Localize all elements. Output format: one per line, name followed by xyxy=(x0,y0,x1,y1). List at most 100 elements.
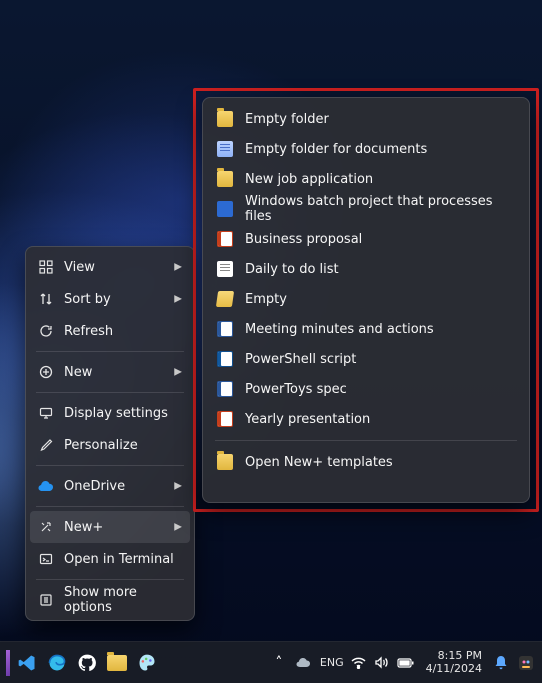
template-label: PowerShell script xyxy=(245,352,356,367)
desktop-context-menu: View ▶ Sort by ▶ Refresh New ▶ Display s… xyxy=(25,246,195,621)
powerpoint-icon xyxy=(217,411,233,427)
template-label: Meeting minutes and actions xyxy=(245,322,434,337)
view-grid-icon xyxy=(38,259,54,275)
taskbar-app-paint[interactable] xyxy=(134,650,160,676)
open-templates-label: Open New+ templates xyxy=(245,455,393,470)
menu-item-label: Personalize xyxy=(64,438,138,453)
folder-icon xyxy=(217,454,233,470)
template-item[interactable]: New job application xyxy=(207,164,525,194)
menu-item-label: View xyxy=(64,260,95,275)
menu-item-label: New+ xyxy=(64,520,103,535)
menu-separator xyxy=(36,506,184,507)
tray-language[interactable]: ENG xyxy=(320,656,344,669)
template-item[interactable]: Business proposal xyxy=(207,224,525,254)
tray-overflow-chevron-icon[interactable]: ˄ xyxy=(270,650,288,676)
tray-date: 4/11/2024 xyxy=(426,663,482,675)
menu-item-view[interactable]: View ▶ xyxy=(30,251,190,283)
onedrive-icon xyxy=(38,478,54,494)
personalize-icon xyxy=(38,437,54,453)
menu-separator xyxy=(215,440,517,441)
taskbar-app-vscode[interactable] xyxy=(14,650,40,676)
tray-copilot-icon[interactable] xyxy=(516,650,536,676)
taskbar-app-edge[interactable] xyxy=(44,650,70,676)
tray-onedrive-icon[interactable] xyxy=(295,650,313,676)
menu-separator xyxy=(36,579,184,580)
folder-open-icon xyxy=(216,291,234,307)
taskbar: ˄ ENG 8:15 PM 4/11/2024 xyxy=(0,641,542,683)
menu-item-new[interactable]: New ▶ xyxy=(30,356,190,388)
taskbar-app-explorer[interactable] xyxy=(104,650,130,676)
tray-volume-icon[interactable] xyxy=(374,650,390,676)
tray-notifications-icon[interactable] xyxy=(493,650,509,676)
menu-item-display-settings[interactable]: Display settings xyxy=(30,397,190,429)
chevron-right-icon: ▶ xyxy=(174,481,182,492)
document-folder-icon xyxy=(217,141,233,157)
chevron-right-icon: ▶ xyxy=(174,522,182,533)
template-label: Daily to do list xyxy=(245,262,339,277)
template-label: PowerToys spec xyxy=(245,382,347,397)
taskbar-app-github[interactable] xyxy=(74,650,100,676)
template-item[interactable]: Empty xyxy=(207,284,525,314)
menu-item-onedrive[interactable]: OneDrive ▶ xyxy=(30,470,190,502)
folder-icon xyxy=(217,111,233,127)
highlight-box: Empty folder Empty folder for documents … xyxy=(193,88,539,512)
template-label: New job application xyxy=(245,172,373,187)
new-icon xyxy=(38,364,54,380)
menu-item-label: OneDrive xyxy=(64,479,125,494)
taskbar-app-vs[interactable] xyxy=(6,650,10,676)
chevron-right-icon: ▶ xyxy=(174,262,182,273)
template-item[interactable]: PowerShell script xyxy=(207,344,525,374)
more-icon xyxy=(38,592,54,608)
open-templates-item[interactable]: Open New+ templates xyxy=(207,447,525,477)
taskbar-pinned-apps xyxy=(6,650,160,676)
menu-item-label: Show more options xyxy=(64,585,182,615)
menu-item-label: Sort by xyxy=(64,292,111,307)
menu-item-show-more[interactable]: Show more options xyxy=(30,584,190,616)
menu-item-refresh[interactable]: Refresh xyxy=(30,315,190,347)
template-label: Empty folder for documents xyxy=(245,142,427,157)
menu-separator xyxy=(36,465,184,466)
text-file-icon xyxy=(217,261,233,277)
template-label: Empty xyxy=(245,292,287,307)
template-item[interactable]: Yearly presentation xyxy=(207,404,525,434)
sort-icon xyxy=(38,291,54,307)
menu-item-sort-by[interactable]: Sort by ▶ xyxy=(30,283,190,315)
template-label: Windows batch project that processes fil… xyxy=(245,194,515,224)
menu-item-label: Display settings xyxy=(64,406,168,421)
template-item[interactable]: Empty folder xyxy=(207,104,525,134)
template-label: Empty folder xyxy=(245,112,329,127)
newplus-submenu: Empty folder Empty folder for documents … xyxy=(202,97,530,503)
template-item[interactable]: Daily to do list xyxy=(207,254,525,284)
tray-time: 8:15 PM xyxy=(426,650,482,662)
template-item[interactable]: Meeting minutes and actions xyxy=(207,314,525,344)
display-icon xyxy=(38,405,54,421)
batch-file-icon xyxy=(217,201,233,217)
system-tray: ˄ ENG 8:15 PM 4/11/2024 xyxy=(270,650,536,676)
template-item[interactable]: Windows batch project that processes fil… xyxy=(207,194,525,224)
terminal-icon xyxy=(38,551,54,567)
menu-item-newplus[interactable]: New+ ▶ xyxy=(30,511,190,543)
word-doc-icon xyxy=(217,321,233,337)
tray-battery-icon[interactable] xyxy=(397,650,415,676)
chevron-right-icon: ▶ xyxy=(174,294,182,305)
newplus-icon xyxy=(38,519,54,535)
menu-item-personalize[interactable]: Personalize xyxy=(30,429,190,461)
word-doc-icon xyxy=(217,381,233,397)
chevron-right-icon: ▶ xyxy=(174,367,182,378)
menu-item-label: Open in Terminal xyxy=(64,552,174,567)
powerpoint-icon xyxy=(217,231,233,247)
tray-wifi-icon[interactable] xyxy=(351,650,367,676)
template-item[interactable]: Empty folder for documents xyxy=(207,134,525,164)
refresh-icon xyxy=(38,323,54,339)
template-item[interactable]: PowerToys spec xyxy=(207,374,525,404)
menu-item-label: New xyxy=(64,365,92,380)
menu-separator xyxy=(36,392,184,393)
menu-separator xyxy=(36,351,184,352)
folder-icon xyxy=(217,171,233,187)
menu-item-open-terminal[interactable]: Open in Terminal xyxy=(30,543,190,575)
template-label: Yearly presentation xyxy=(245,412,370,427)
powershell-icon xyxy=(217,351,233,367)
tray-clock[interactable]: 8:15 PM 4/11/2024 xyxy=(422,650,486,674)
template-label: Business proposal xyxy=(245,232,362,247)
menu-item-label: Refresh xyxy=(64,324,113,339)
